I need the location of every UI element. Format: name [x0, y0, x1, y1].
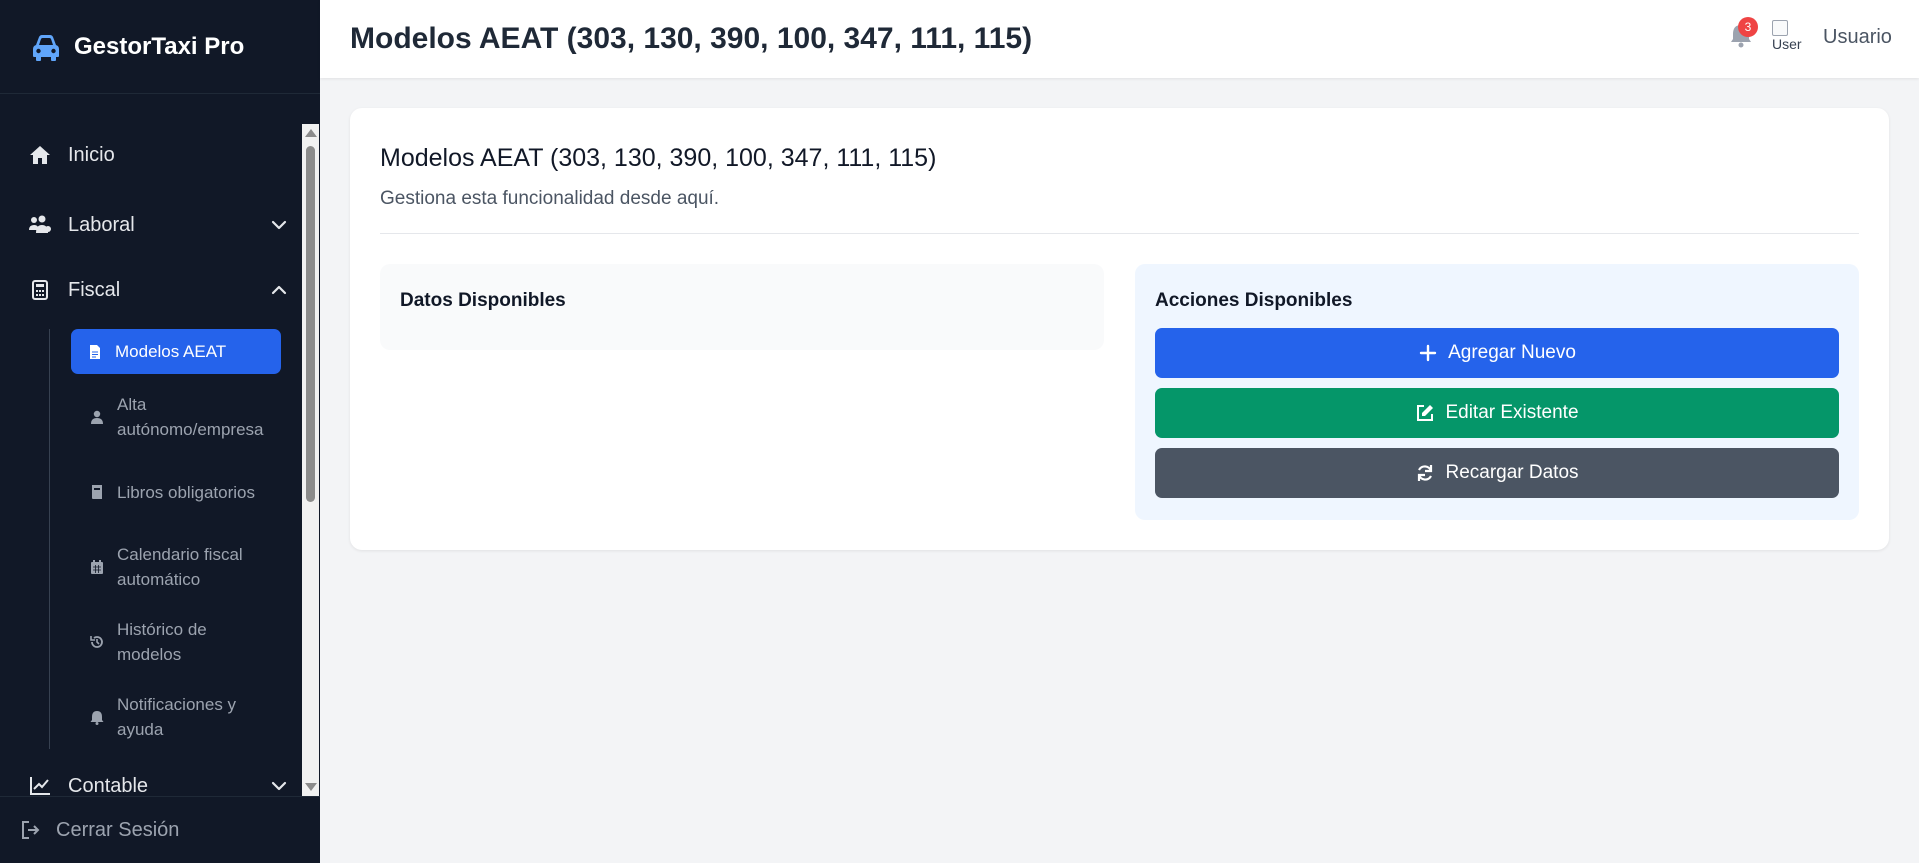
sidebar-item-contable[interactable]: Contable: [28, 771, 292, 796]
reload-data-label: Recargar Datos: [1445, 462, 1579, 483]
sidebar-subitem-label: Histórico de modelos: [117, 620, 207, 664]
sidebar-subitem-alta[interactable]: Alta autónomo/empresa: [71, 392, 281, 442]
history-icon: [90, 636, 103, 648]
calendar-icon: [91, 560, 103, 574]
section-subtitle: Gestiona esta funcionalidad desde aquí.: [380, 188, 720, 209]
chart-line-icon: [28, 774, 52, 796]
edit-icon: [1417, 405, 1434, 421]
brand[interactable]: GestorTaxi Pro: [0, 0, 320, 94]
bell-icon: [90, 711, 104, 725]
sidebar-nav: Inicio Laboral Fiscal Modelos AEAT Alta …: [0, 124, 320, 796]
page-title: Modelos AEAT (303, 130, 390, 100, 347, 1…: [350, 22, 1033, 55]
chevron-up-icon: [271, 285, 287, 295]
sidebar-item-label: Contable: [68, 774, 149, 797]
section-title: Modelos AEAT (303, 130, 390, 100, 347, 1…: [380, 144, 937, 172]
avatar-alt-text: User: [1772, 36, 1802, 52]
sidebar-item-label: Laboral: [68, 213, 135, 236]
sidebar-item-fiscal[interactable]: Fiscal: [28, 275, 292, 305]
sidebar: GestorTaxi Pro Inicio Laboral Fiscal Mod…: [0, 0, 320, 863]
scroll-up-arrow-icon[interactable]: [305, 129, 317, 137]
edit-existing-label: Editar Existente: [1445, 402, 1579, 423]
sidebar-item-inicio[interactable]: Inicio: [28, 140, 292, 170]
sidebar-item-label: Fiscal: [68, 278, 121, 301]
car-icon: [33, 34, 59, 61]
sidebar-subitem-label: Libros obligatorios: [117, 482, 255, 502]
actions-panel: Acciones Disponibles Agregar Nuevo Edita…: [1135, 264, 1859, 520]
sidebar-subitem-label: Calendario fiscal automático: [117, 545, 243, 589]
book-icon: [92, 485, 102, 499]
avatar[interactable]: User: [1772, 20, 1802, 58]
top-header: Modelos AEAT (303, 130, 390, 100, 347, 1…: [320, 0, 1919, 78]
data-panel: Datos Disponibles: [380, 264, 1104, 350]
scroll-down-arrow-icon[interactable]: [305, 783, 317, 791]
divider: [380, 233, 1859, 234]
edit-existing-button[interactable]: Editar Existente: [1155, 388, 1839, 438]
logout-button[interactable]: Cerrar Sesión: [0, 796, 320, 863]
calculator-icon: [28, 278, 52, 302]
sidebar-item-laboral[interactable]: Laboral: [28, 210, 292, 240]
chevron-down-icon: [271, 781, 287, 791]
sidebar-subitem-notificaciones[interactable]: Notificaciones y ayuda: [71, 692, 281, 742]
sync-icon: [1418, 465, 1433, 481]
file-icon: [90, 344, 100, 359]
add-new-button[interactable]: Agregar Nuevo: [1155, 328, 1839, 378]
scrollbar-thumb[interactable]: [306, 146, 315, 502]
sidebar-subitem-calendario[interactable]: Calendario fiscal automático: [71, 542, 281, 592]
content-card: Modelos AEAT (303, 130, 390, 100, 347, 1…: [350, 108, 1889, 550]
sidebar-subitem-historico[interactable]: Histórico de modelos: [71, 617, 281, 667]
notification-badge: 3: [1738, 17, 1758, 37]
actions-panel-title: Acciones Disponibles: [1155, 290, 1353, 311]
user-icon: [91, 410, 103, 424]
submenu-guide-line: [49, 329, 50, 749]
sign-out-icon: [22, 821, 40, 839]
user-name[interactable]: Usuario: [1823, 26, 1892, 49]
reload-data-button[interactable]: Recargar Datos: [1155, 448, 1839, 498]
data-panel-title: Datos Disponibles: [400, 290, 566, 311]
users-icon: [28, 213, 52, 237]
sidebar-scrollbar[interactable]: [302, 124, 319, 796]
app-name: GestorTaxi Pro: [74, 32, 245, 60]
sidebar-subitem-modelos-aeat[interactable]: Modelos AEAT: [71, 329, 281, 374]
chevron-down-icon: [271, 220, 287, 230]
home-icon: [28, 143, 52, 167]
plus-icon: [1419, 344, 1437, 362]
sidebar-subitem-label: Notificaciones y ayuda: [117, 695, 237, 739]
sidebar-subitem-label: Alta autónomo/empresa: [117, 395, 264, 439]
sidebar-item-label: Inicio: [68, 143, 115, 166]
sidebar-subitem-label: Modelos AEAT: [115, 342, 227, 361]
sidebar-subitem-libros[interactable]: Libros obligatorios: [71, 467, 281, 517]
add-new-label: Agregar Nuevo: [1448, 342, 1576, 363]
broken-image-icon: [1772, 20, 1788, 36]
logout-label: Cerrar Sesión: [56, 818, 180, 841]
